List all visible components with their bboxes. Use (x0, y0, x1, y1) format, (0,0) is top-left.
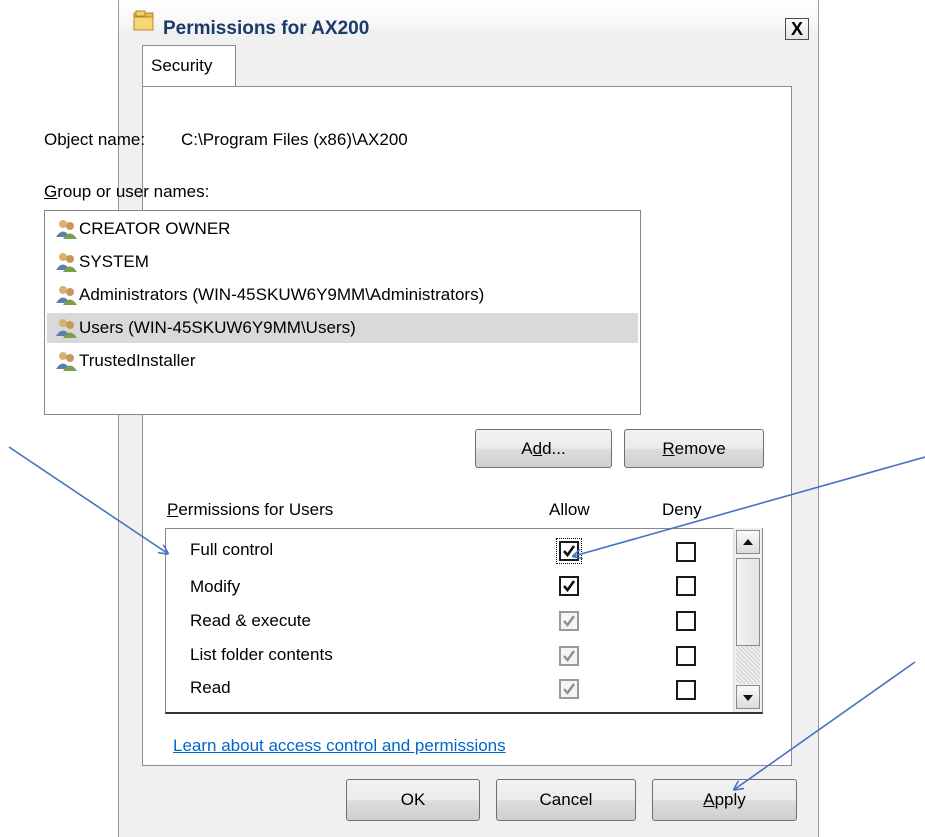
list-item[interactable]: SYSTEM (47, 247, 638, 277)
user-name: CREATOR OWNER (79, 219, 231, 238)
accelerator-key: G (44, 182, 58, 201)
permission-name: Full control (190, 540, 274, 559)
deny-read-checkbox[interactable] (676, 680, 696, 700)
tab-label: Security (151, 56, 213, 75)
close-icon: X (790, 19, 803, 39)
close-button[interactable]: X (785, 18, 809, 40)
learn-about-permissions-link[interactable]: Learn about access control and permissio… (173, 736, 506, 756)
scroll-track[interactable] (736, 646, 760, 684)
add-button-label: Add... (521, 438, 566, 458)
list-item[interactable]: CREATOR OWNER (47, 214, 638, 244)
deny-full-control-checkbox[interactable] (676, 542, 696, 562)
group-user-list[interactable]: CREATOR OWNER SYSTEM Administrators (WIN… (44, 210, 641, 415)
object-name-label: Object name: (44, 130, 146, 149)
allow-read-checkbox[interactable] (559, 679, 579, 699)
apply-button[interactable]: Apply (652, 779, 797, 821)
allow-list-folder-checkbox[interactable] (559, 646, 579, 666)
checkmark-icon (563, 615, 575, 627)
list-item[interactable]: Administrators (WIN-45SKUW6Y9MM\Administ… (47, 280, 638, 310)
deny-read-execute-checkbox[interactable] (676, 611, 696, 631)
group-list-label: Group or user names: (44, 182, 209, 202)
permission-name: List folder contents (190, 645, 333, 664)
ok-button[interactable]: OK (346, 779, 480, 821)
checkmark-icon (563, 683, 575, 695)
folder-icon (133, 10, 154, 31)
deny-list-folder-checkbox[interactable] (676, 646, 696, 666)
checkmark-icon (563, 545, 576, 558)
allow-modify-checkbox[interactable] (559, 576, 579, 596)
allow-column-header: Allow (549, 500, 590, 519)
group-list-label-text: roup or user names: (57, 182, 210, 201)
user-group-icon (56, 253, 77, 272)
allow-full-control-checkbox[interactable] (556, 538, 582, 564)
scroll-thumb[interactable] (736, 558, 760, 646)
ok-button-label: OK (400, 790, 426, 809)
deny-modify-checkbox[interactable] (676, 576, 696, 596)
permissions-scrollbar[interactable] (733, 528, 762, 712)
apply-button-label: Apply (703, 790, 746, 809)
user-name: Administrators (WIN-45SKUW6Y9MM\Administ… (79, 285, 485, 304)
remove-button[interactable]: Remove (624, 429, 764, 468)
arrow-down-icon (743, 695, 753, 701)
permission-name: Modify (190, 577, 241, 596)
object-name-value: C:\Program Files (x86)\AX200 (181, 130, 408, 149)
tab-security[interactable]: Security (142, 45, 236, 87)
permissions-label: Permissions for Users (167, 500, 334, 519)
cancel-button-label: Cancel (539, 790, 593, 809)
list-item-selected[interactable]: Users (WIN-45SKUW6Y9MM\Users) (47, 313, 638, 343)
allow-read-execute-checkbox[interactable] (559, 611, 579, 631)
add-button[interactable]: Add... (475, 429, 612, 468)
permission-name: Read (190, 678, 231, 697)
remove-button-label: Remove (662, 438, 726, 458)
user-group-icon (56, 352, 77, 371)
permission-name: Read & execute (190, 611, 311, 630)
user-group-icon (56, 220, 77, 239)
user-name: Users (WIN-45SKUW6Y9MM\Users) (79, 318, 356, 337)
user-group-icon (56, 319, 77, 338)
checkmark-icon (563, 580, 576, 593)
list-item[interactable]: TrustedInstaller (47, 346, 638, 376)
arrow-up-icon (743, 539, 753, 545)
user-name: SYSTEM (79, 252, 149, 271)
deny-column-header: Deny (662, 500, 702, 519)
checkmark-icon (563, 650, 575, 662)
scroll-down-button[interactable] (736, 685, 760, 709)
user-name: TrustedInstaller (79, 351, 196, 370)
user-group-icon (56, 286, 77, 305)
window-title: Permissions for AX200 (163, 18, 370, 39)
title-bar[interactable]: Permissions for AX200 X (119, 0, 818, 40)
cancel-button[interactable]: Cancel (496, 779, 636, 821)
scroll-up-button[interactable] (736, 530, 760, 554)
